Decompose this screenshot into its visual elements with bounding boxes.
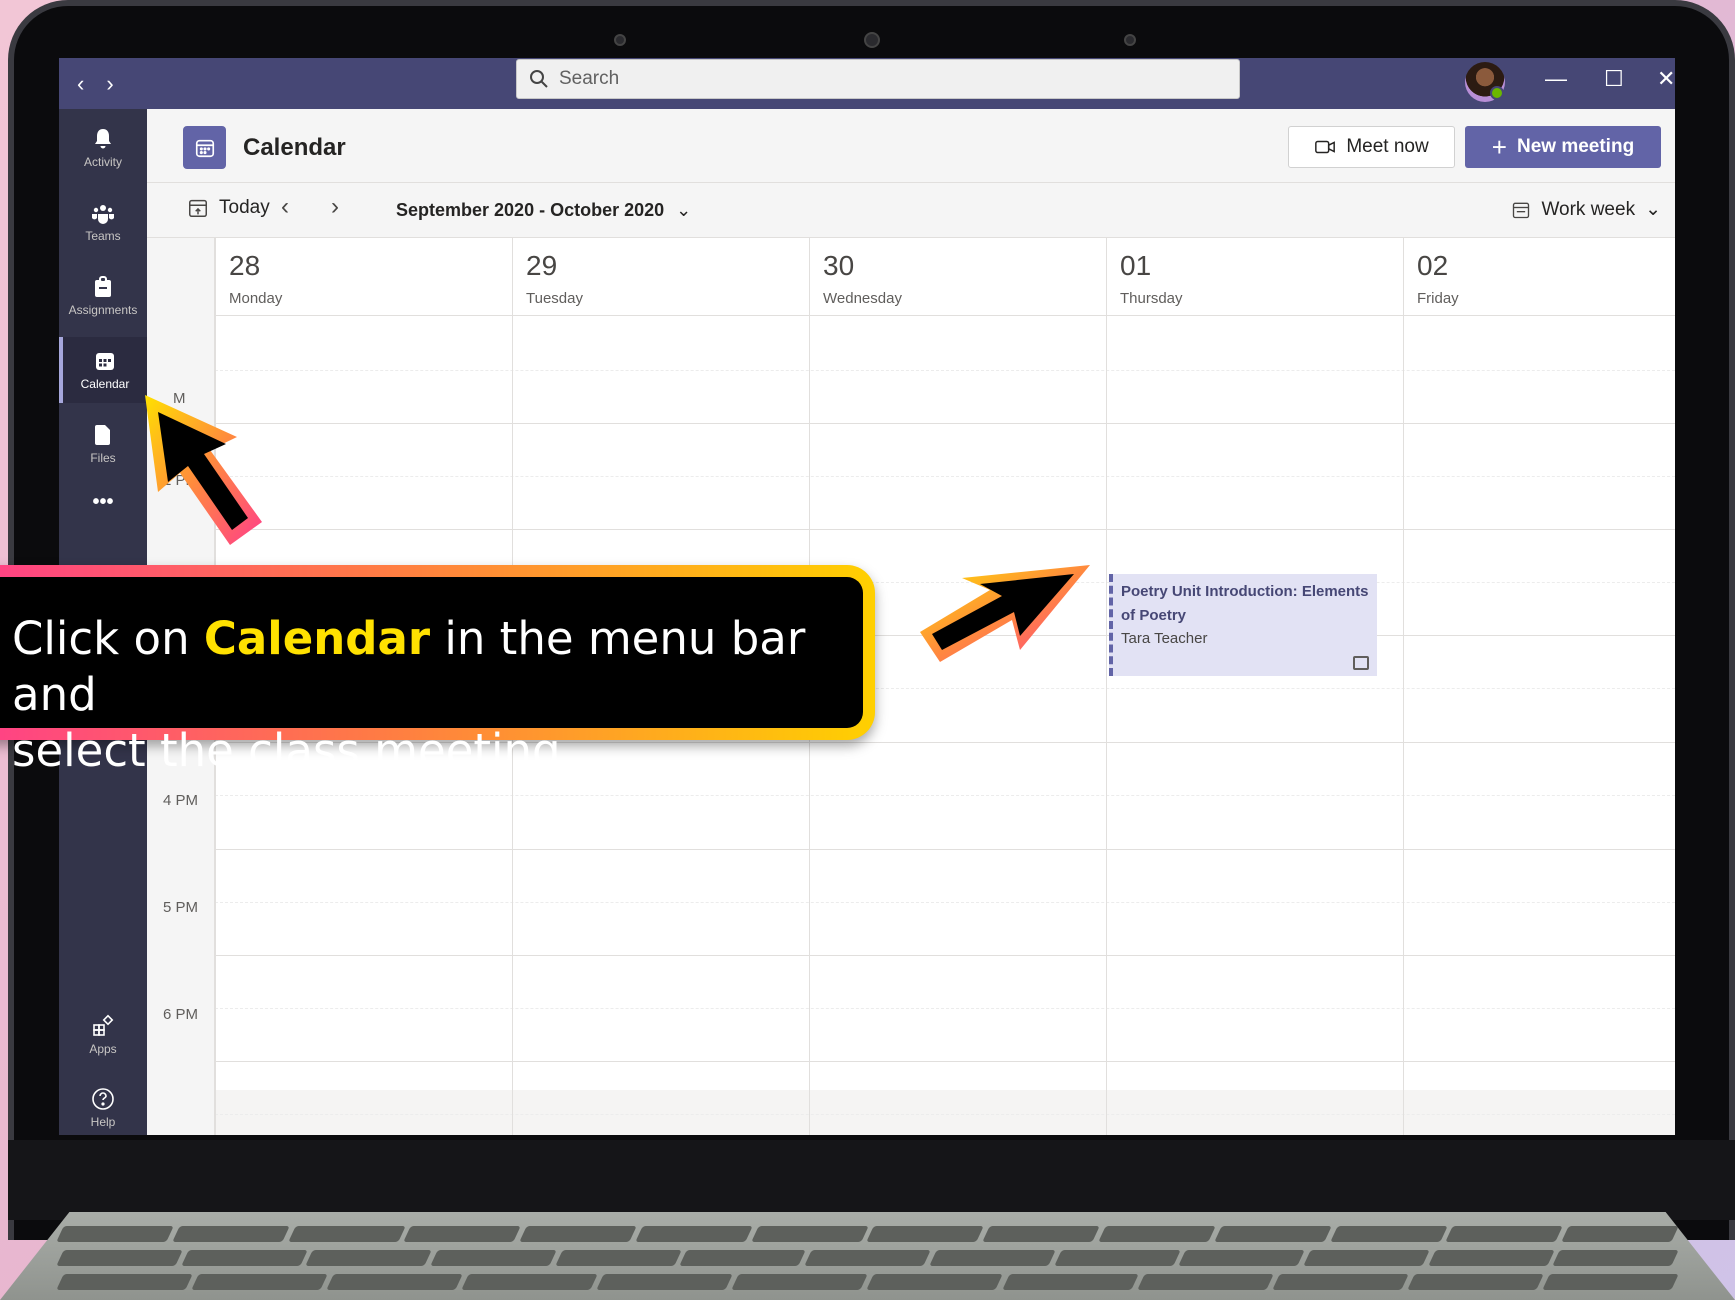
time-label: 4 PM bbox=[163, 792, 199, 809]
rail-item-assignments[interactable]: Assignments bbox=[59, 263, 147, 329]
rail-item-label: Calendar bbox=[80, 377, 130, 391]
calendar-today-icon bbox=[189, 199, 207, 217]
close-button[interactable]: ✕ bbox=[1657, 66, 1675, 92]
rail-item-calendar[interactable]: Calendar bbox=[59, 337, 147, 403]
plus-icon: + bbox=[1491, 131, 1507, 162]
laptop-bezel bbox=[8, 1140, 1735, 1220]
day-name: Tuesday bbox=[526, 290, 583, 307]
day-number: 30 bbox=[823, 250, 855, 281]
day-number: 28 bbox=[229, 250, 261, 281]
bell-icon bbox=[95, 129, 111, 149]
callout-highlight: Calendar bbox=[203, 612, 431, 665]
class-meeting-event[interactable]: Poetry Unit Introduction: Elements of Po… bbox=[1109, 574, 1377, 676]
rail-item-help[interactable]: Help bbox=[59, 1075, 147, 1135]
day-header-tuesday: 29 Tuesday bbox=[512, 238, 809, 316]
camera-icon bbox=[864, 32, 880, 48]
title-bar: ‹ › Search — ☐ ✕ bbox=[59, 58, 1675, 109]
day-name: Friday bbox=[1417, 290, 1459, 307]
today-label: Today bbox=[219, 197, 270, 218]
help-icon bbox=[92, 1088, 114, 1110]
view-selector[interactable]: Work week ⌄ bbox=[1511, 198, 1661, 221]
meet-now-label: Meet now bbox=[1346, 136, 1429, 157]
date-range-label: September 2020 - October 2020 bbox=[396, 200, 665, 220]
previous-week-button[interactable]: ‹ bbox=[281, 193, 289, 221]
event-title: Poetry Unit Introduction: Elements of Po… bbox=[1121, 583, 1369, 624]
day-number: 29 bbox=[526, 250, 558, 281]
search-placeholder: Search bbox=[559, 68, 620, 89]
maximize-button[interactable]: ☐ bbox=[1604, 66, 1624, 92]
more-icon[interactable]: ••• bbox=[59, 469, 147, 535]
day-header-wednesday: 30 Wednesday bbox=[809, 238, 1106, 316]
day-name: Monday bbox=[229, 290, 283, 307]
day-number: 01 bbox=[1120, 250, 1152, 281]
callout-line1-pre: Click on bbox=[12, 612, 204, 665]
after-hours-shading bbox=[215, 1090, 1675, 1135]
day-name: Wednesday bbox=[823, 290, 902, 307]
calendar-app-icon bbox=[183, 126, 226, 169]
time-label: 1 PM bbox=[163, 472, 199, 489]
day-number: 02 bbox=[1417, 250, 1449, 281]
rail-item-label: Assignments bbox=[68, 303, 138, 317]
search-input[interactable]: Search bbox=[516, 59, 1240, 99]
minimize-button[interactable]: — bbox=[1545, 66, 1567, 92]
callout-line2: select the class meeting. bbox=[12, 724, 575, 777]
rail-item-label: Apps bbox=[89, 1042, 117, 1056]
sensor-icon bbox=[614, 34, 626, 46]
callout-text: Click on Calendar in the menu bar and se… bbox=[12, 611, 863, 779]
file-icon bbox=[95, 425, 110, 445]
time-label: M bbox=[173, 390, 186, 407]
today-button[interactable]: Today bbox=[187, 197, 270, 219]
rail-item-label: Help bbox=[90, 1115, 116, 1129]
day-header-thursday: 01 Thursday bbox=[1106, 238, 1403, 316]
calendar-toolbar: Today ‹ › September 2020 - October 2020 … bbox=[147, 183, 1675, 238]
apps-icon bbox=[93, 1014, 114, 1036]
page-title: Calendar bbox=[243, 134, 346, 161]
day-name: Thursday bbox=[1120, 290, 1183, 307]
rail-item-label: Teams bbox=[85, 229, 121, 243]
event-organizer: Tara Teacher bbox=[1121, 630, 1208, 647]
rail-item-label: Files bbox=[90, 451, 116, 465]
chevron-down-icon: ⌄ bbox=[1645, 199, 1661, 220]
search-icon bbox=[530, 70, 548, 88]
class-notebook-icon bbox=[1353, 656, 1369, 670]
new-meeting-label: New meeting bbox=[1516, 136, 1635, 157]
calendar-header: Calendar Meet now + New meeting bbox=[147, 109, 1675, 183]
day-header-monday: 28 Monday bbox=[215, 238, 512, 316]
date-range-picker[interactable]: September 2020 - October 2020 ⌄ bbox=[396, 200, 691, 221]
rail-item-teams[interactable]: Teams bbox=[59, 189, 147, 255]
back-button[interactable]: ‹ bbox=[77, 71, 84, 97]
instruction-callout: Click on Calendar in the menu bar and se… bbox=[0, 565, 875, 777]
assignments-icon bbox=[95, 276, 111, 297]
teams-icon bbox=[92, 205, 114, 224]
time-label: 5 PM bbox=[163, 899, 199, 916]
calendar-view-icon bbox=[1513, 202, 1530, 218]
meet-now-button[interactable]: Meet now bbox=[1288, 126, 1455, 168]
chevron-down-icon: ⌄ bbox=[676, 200, 692, 220]
day-header-friday: 02 Friday bbox=[1403, 238, 1675, 316]
video-camera-icon bbox=[1315, 140, 1336, 154]
rail-item-label: Activity bbox=[83, 155, 122, 169]
calendar-icon bbox=[96, 353, 114, 370]
status-badge bbox=[1490, 86, 1504, 100]
forward-button[interactable]: › bbox=[106, 71, 113, 97]
time-label: 6 PM bbox=[163, 1006, 199, 1023]
view-label: Work week bbox=[1541, 198, 1636, 220]
rail-item-activity[interactable]: Activity bbox=[59, 115, 147, 181]
rail-item-apps[interactable]: Apps bbox=[59, 1002, 147, 1068]
keyboard bbox=[0, 1212, 1735, 1300]
sensor-icon bbox=[1124, 34, 1136, 46]
new-meeting-button[interactable]: + New meeting bbox=[1465, 126, 1661, 168]
rail-item-files[interactable]: Files bbox=[59, 411, 147, 477]
next-week-button[interactable]: › bbox=[331, 193, 339, 221]
